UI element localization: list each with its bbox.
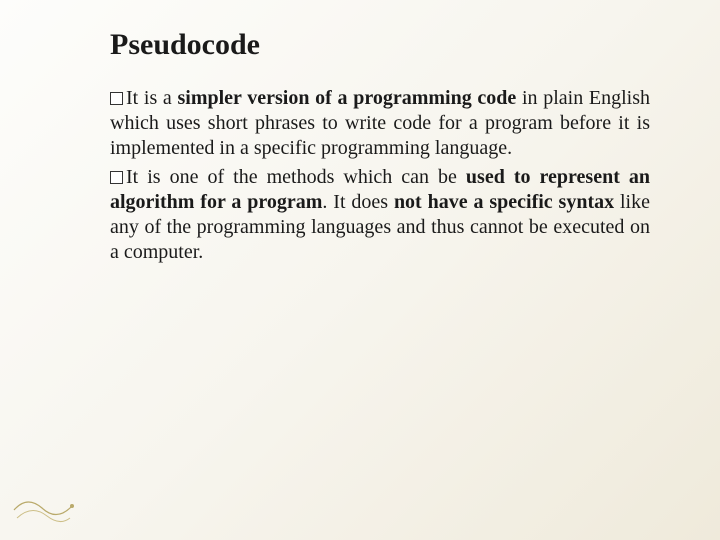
bullet-text-bold: not have a specific syntax: [394, 191, 614, 213]
bullet-text-plain: It is a: [126, 87, 178, 109]
corner-decoration-icon: [12, 490, 82, 530]
bullet-item: It is a simpler version of a programming…: [110, 86, 650, 161]
square-bullet-icon: [110, 171, 123, 184]
bullet-item: It is one of the methods which can be us…: [110, 165, 650, 265]
slide-title: Pseudocode: [110, 28, 650, 62]
bullet-text-bold: simpler version of a programming code: [178, 87, 517, 109]
bullet-text-plain: It is one of the methods which can be: [126, 166, 466, 188]
slide-content: It is a simpler version of a programming…: [110, 86, 650, 265]
slide: Pseudocode It is a simpler version of a …: [0, 0, 720, 540]
square-bullet-icon: [110, 92, 123, 105]
bullet-text-plain: . It does: [322, 191, 394, 213]
